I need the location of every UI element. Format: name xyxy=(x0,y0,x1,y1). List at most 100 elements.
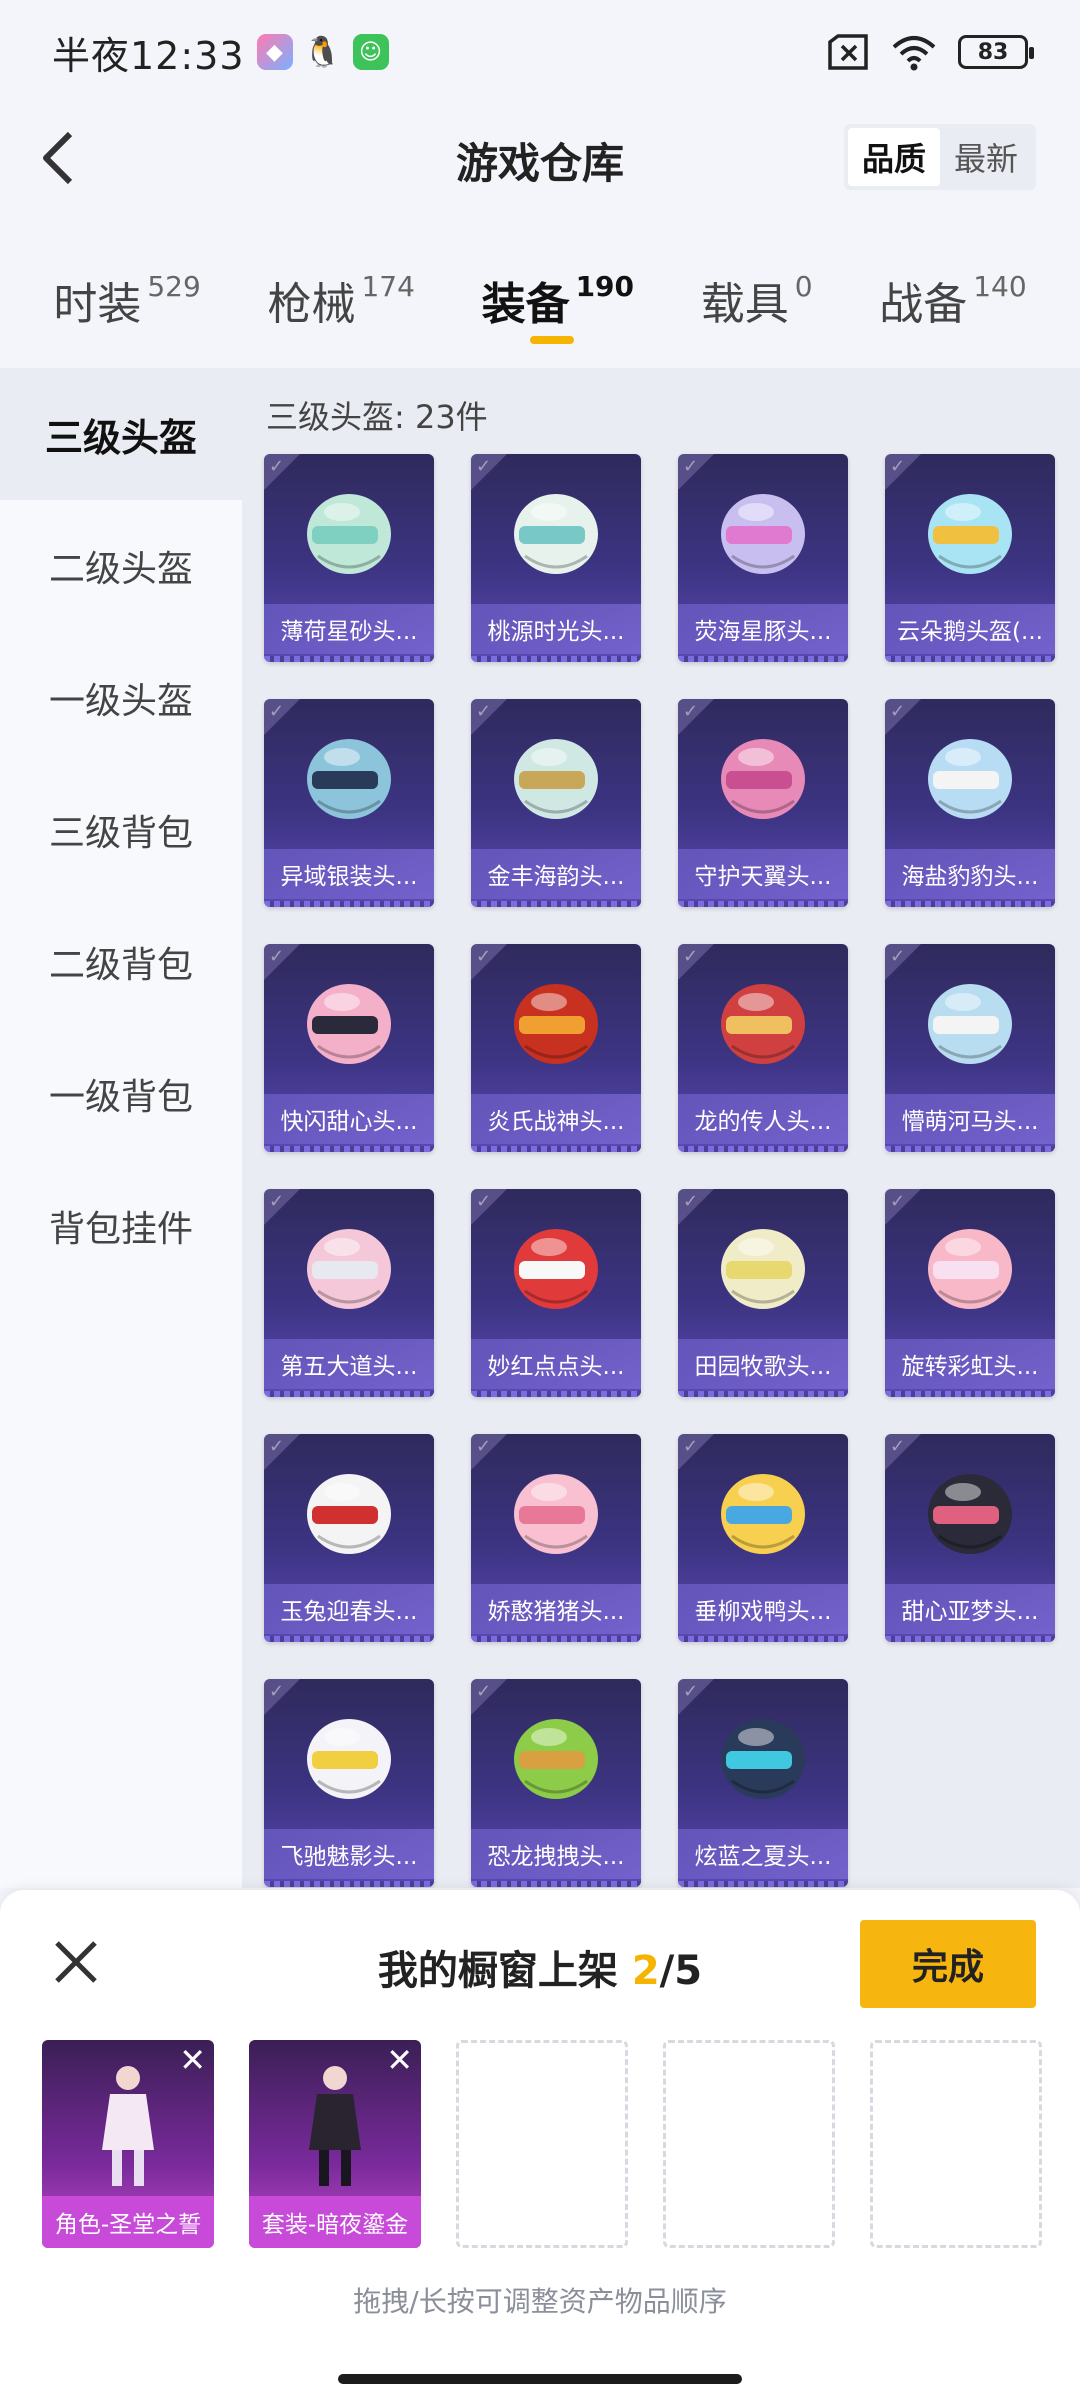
helmet-name: 桃源时光头... xyxy=(471,604,641,654)
tab-equipment[interactable]: 装备 190 xyxy=(482,240,634,344)
helmet-card[interactable]: ✓ 第五大道头... xyxy=(264,1189,434,1397)
helmet-card[interactable]: ✓ 炫蓝之夏头... xyxy=(678,1679,848,1887)
helmet-name: 第五大道头... xyxy=(264,1339,434,1389)
check-icon: ✓ xyxy=(890,456,906,477)
helmet-card[interactable]: ✓ 飞驰魅影头... xyxy=(264,1679,434,1887)
card-stripe xyxy=(471,1146,641,1152)
helmet-card[interactable]: ✓ 桃源时光头... xyxy=(471,454,641,662)
card-stripe xyxy=(885,1146,1055,1152)
card-stripe xyxy=(471,1636,641,1642)
sidebar-item-level2-helmet[interactable]: 二级头盔 xyxy=(0,500,242,632)
helmet-card[interactable]: ✓ 玉兔迎春头... xyxy=(264,1434,434,1642)
tab-fashion[interactable]: 时装 529 xyxy=(53,240,200,332)
card-stripe xyxy=(678,1881,848,1887)
showcase-slot-empty[interactable] xyxy=(663,2040,835,2248)
sidebar-item-level1-backpack[interactable]: 一级背包 xyxy=(0,1028,242,1160)
sidebar-item-level3-helmet[interactable]: 三级头盔 xyxy=(0,368,242,500)
tab-label: 枪械 xyxy=(267,279,356,330)
showcase-title-text: 我的橱窗上架 xyxy=(377,1948,632,1994)
helmet-card[interactable]: ✓ 异域银装头... xyxy=(264,699,434,907)
helmet-icon xyxy=(307,1474,391,1554)
helmet-icon xyxy=(307,494,391,574)
helmet-card[interactable]: ✓ 龙的传人头... xyxy=(678,944,848,1152)
tab-weapons[interactable]: 枪械 174 xyxy=(267,240,414,332)
helmet-icon xyxy=(721,494,805,574)
check-icon: ✓ xyxy=(476,701,492,722)
sidebar-item-backpack-charm[interactable]: 背包挂件 xyxy=(0,1160,242,1292)
sort-by-newest[interactable]: 最新 xyxy=(940,128,1032,186)
helmet-card[interactable]: ✓ 娇憨猪猪头... xyxy=(471,1434,641,1642)
helmet-icon xyxy=(721,1474,805,1554)
card-stripe xyxy=(471,1391,641,1397)
battery-level: 83 xyxy=(977,39,1009,65)
helmet-name: 飞驰魅影头... xyxy=(264,1829,434,1879)
showcase-slot-empty[interactable] xyxy=(456,2040,628,2248)
check-icon: ✓ xyxy=(890,701,906,722)
check-icon: ✓ xyxy=(269,946,285,967)
check-icon: ✓ xyxy=(476,456,492,477)
helmet-card[interactable]: ✓ 云朵鹅头盔(... xyxy=(885,454,1055,662)
helmet-icon xyxy=(514,984,598,1064)
card-stripe xyxy=(678,1391,848,1397)
helmet-card[interactable]: ✓ 海盐豹豹头... xyxy=(885,699,1055,907)
helmet-name: 云朵鹅头盔(... xyxy=(885,604,1055,654)
showcase-slot-filled[interactable]: ✕ 套装-暗夜鎏金 xyxy=(249,2040,421,2248)
remove-icon[interactable]: ✕ xyxy=(179,2044,206,2076)
helmet-name: 田园牧歌头... xyxy=(678,1339,848,1389)
helmet-icon xyxy=(307,1719,391,1799)
tab-count: 174 xyxy=(361,270,415,303)
helmet-icon xyxy=(514,1719,598,1799)
done-button[interactable]: 完成 xyxy=(860,1920,1036,2008)
tab-supplies[interactable]: 战备 140 xyxy=(879,240,1026,332)
no-sim-icon xyxy=(828,34,868,70)
helmet-name: 薄荷星砂头... xyxy=(264,604,434,654)
helmet-name: 恐龙拽拽头... xyxy=(471,1829,641,1879)
helmet-card[interactable]: ✓ 恐龙拽拽头... xyxy=(471,1679,641,1887)
helmet-card[interactable]: ✓ 薄荷星砂头... xyxy=(264,454,434,662)
remove-icon[interactable]: ✕ xyxy=(386,2044,413,2076)
check-icon: ✓ xyxy=(683,1681,699,1702)
card-stripe xyxy=(264,901,434,907)
card-stripe xyxy=(885,1636,1055,1642)
status-bar: 半夜12:33 ◆ 🐧 ☺ 83 xyxy=(0,0,1080,104)
helmet-name: 海盐豹豹头... xyxy=(885,849,1055,899)
sidebar-item-level1-helmet[interactable]: 一级头盔 xyxy=(0,632,242,764)
page-header: 游戏仓库 品质 最新 xyxy=(0,104,1080,214)
card-stripe xyxy=(471,1881,641,1887)
home-indicator xyxy=(338,2374,742,2384)
helmet-card[interactable]: ✓ 守护天翼头... xyxy=(678,699,848,907)
helmet-card[interactable]: ✓ 快闪甜心头... xyxy=(264,944,434,1152)
sidebar-item-level2-backpack[interactable]: 二级背包 xyxy=(0,896,242,1028)
helmet-card[interactable]: ✓ 懵萌河马头... xyxy=(885,944,1055,1152)
helmet-card[interactable]: ✓ 金丰海韵头... xyxy=(471,699,641,907)
helmet-card[interactable]: ✓ 旋转彩虹头... xyxy=(885,1189,1055,1397)
sort-by-quality[interactable]: 品质 xyxy=(847,128,940,186)
content-area: 三级头盔 二级头盔 一级头盔 三级背包 二级背包 一级背包 背包挂件 三级头盔:… xyxy=(0,368,1080,2182)
helmet-icon xyxy=(721,984,805,1064)
helmet-icon xyxy=(514,1474,598,1554)
card-stripe xyxy=(264,1636,434,1642)
helmet-card[interactable]: ✓ 田园牧歌头... xyxy=(678,1189,848,1397)
helmet-name: 金丰海韵头... xyxy=(471,849,641,899)
helmet-card[interactable]: ✓ 妙红点点头... xyxy=(471,1189,641,1397)
helmet-icon xyxy=(307,739,391,819)
helmet-card[interactable]: ✓ 荧海星豚头... xyxy=(678,454,848,662)
showcase-slots: ✕ 角色-圣堂之誓 ✕ 套装-暗夜鎏金 xyxy=(42,2040,1042,2248)
sort-toggle: 品质 最新 xyxy=(843,124,1036,190)
check-icon: ✓ xyxy=(269,1681,285,1702)
check-icon: ✓ xyxy=(890,1436,906,1457)
helmet-card[interactable]: ✓ 炎氏战神头... xyxy=(471,944,641,1152)
helmet-card[interactable]: ✓ 垂柳戏鸭头... xyxy=(678,1434,848,1642)
check-icon: ✓ xyxy=(476,1436,492,1457)
check-icon: ✓ xyxy=(476,1191,492,1212)
card-stripe xyxy=(678,656,848,662)
showcase-slot-filled[interactable]: ✕ 角色-圣堂之誓 xyxy=(42,2040,214,2248)
check-icon: ✓ xyxy=(476,946,492,967)
helmet-card[interactable]: ✓ 甜心亚梦头... xyxy=(885,1434,1055,1642)
sidebar-item-level3-backpack[interactable]: 三级背包 xyxy=(0,764,242,896)
tab-vehicles[interactable]: 载具 0 xyxy=(701,240,813,332)
showcase-slot-empty[interactable] xyxy=(870,2040,1042,2248)
grid-title: 三级头盔: 23件 xyxy=(266,398,488,436)
helmet-name: 炫蓝之夏头... xyxy=(678,1829,848,1879)
item-grid-area: 三级头盔: 23件 ✓ 薄荷星砂头... ✓ 桃源时光头... ✓ 荧海星豚头... ✓ 云朵… xyxy=(242,368,1080,1888)
